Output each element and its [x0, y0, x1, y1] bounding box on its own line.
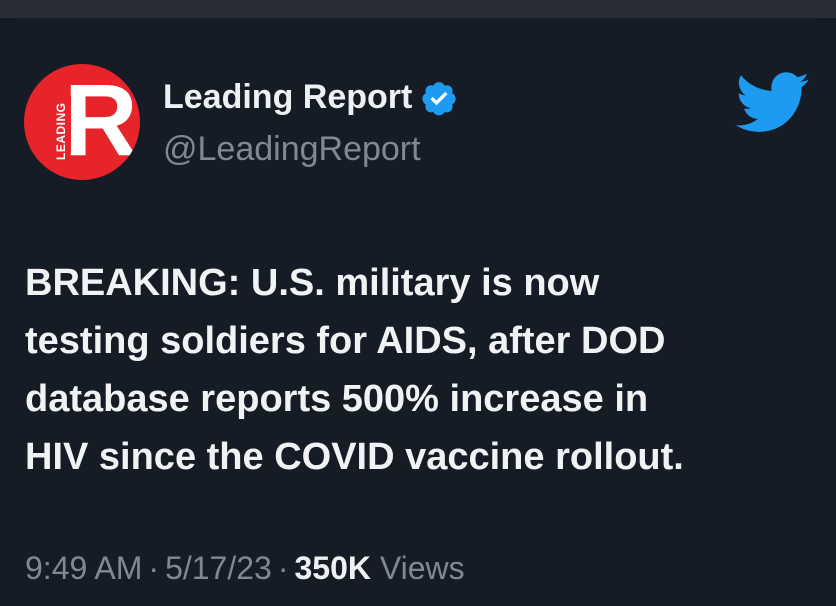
tweet-line: testing soldiers for AIDS, after DOD: [25, 320, 666, 362]
handle[interactable]: @LeadingReport: [163, 130, 421, 169]
twitter-bird-icon[interactable]: [735, 72, 811, 134]
tweet-line: database reports 500% increase in: [25, 378, 649, 420]
views-count[interactable]: 350K: [294, 550, 371, 586]
top-bar: [0, 0, 836, 18]
tweet-time[interactable]: 9:49 AM: [25, 550, 142, 586]
meta-separator: ·: [148, 550, 160, 586]
verified-badge-icon: [422, 81, 456, 115]
display-name[interactable]: Leading Report: [163, 78, 412, 117]
screenshot-frame: R LEADING Leading Report @LeadingReport …: [0, 0, 836, 606]
tweet-line: HIV since the COVID vaccine rollout.: [25, 436, 684, 478]
tweet-line: BREAKING: U.S. military is now: [25, 262, 600, 304]
display-name-row: Leading Report: [163, 78, 458, 117]
avatar[interactable]: R LEADING: [24, 64, 140, 180]
avatar-letter: R: [64, 64, 138, 177]
tweet-card: R LEADING Leading Report @LeadingReport …: [0, 18, 836, 606]
tweet-text: BREAKING: U.S. military is now testing s…: [25, 254, 815, 486]
tweet-date[interactable]: 5/17/23: [165, 550, 272, 586]
views-label: Views: [379, 550, 465, 586]
tweet-meta: 9:49 AM · 5/17/23 · 350K Views: [25, 550, 465, 587]
avatar-vertical-text: LEADING: [54, 102, 68, 161]
meta-separator: ·: [277, 550, 289, 586]
